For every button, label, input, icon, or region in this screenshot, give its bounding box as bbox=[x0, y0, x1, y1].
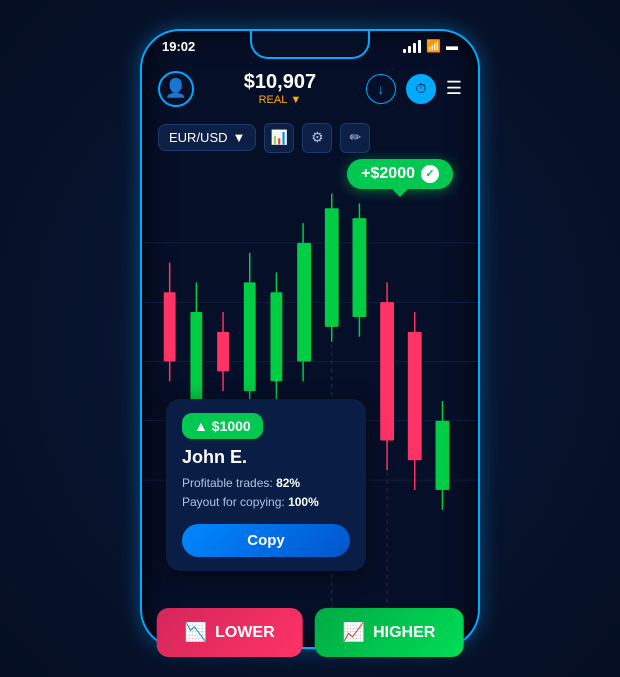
payout-value: 100% bbox=[288, 495, 319, 509]
clock-button[interactable]: ⏱ bbox=[406, 74, 436, 104]
balance-amount: $10,907 bbox=[244, 71, 316, 94]
download-button[interactable]: ↓ bbox=[366, 74, 396, 104]
wifi-icon: 📶 bbox=[426, 39, 441, 53]
avatar[interactable]: 👤 bbox=[158, 71, 194, 107]
balance-section: $10,907 REAL ▼ bbox=[244, 71, 316, 106]
trader-stats: Profitable trades: 82% Payout for copyin… bbox=[182, 474, 350, 512]
higher-button[interactable]: 📈 HIGHER bbox=[315, 608, 464, 657]
phone-frame: 19:02 📶 ▬ 👤 $10,907 REAL bbox=[140, 29, 480, 649]
lower-label: LOWER bbox=[215, 624, 275, 642]
bottom-buttons: 📉 LOWER 📈 HIGHER bbox=[157, 608, 464, 657]
toolbar: EUR/USD ▼ 📊 ⚙ ✏ bbox=[142, 117, 478, 159]
app-header: 👤 $10,907 REAL ▼ ↓ ⏱ ☰ bbox=[142, 63, 478, 115]
menu-button[interactable]: ☰ bbox=[446, 78, 462, 99]
status-icons: 📶 ▬ bbox=[403, 39, 458, 53]
battery-icon: ▬ bbox=[446, 39, 458, 53]
lower-button[interactable]: 📉 LOWER bbox=[157, 608, 303, 657]
user-icon: 👤 bbox=[165, 78, 187, 99]
header-icons: ↓ ⏱ ☰ bbox=[366, 74, 462, 104]
phone-notch bbox=[250, 31, 370, 59]
chevron-down-icon: ▼ bbox=[290, 94, 301, 106]
higher-label: HIGHER bbox=[373, 624, 435, 642]
profitable-trades-label: Profitable trades: bbox=[182, 476, 273, 490]
balance-label: REAL ▼ bbox=[244, 94, 316, 106]
pair-label: EUR/USD bbox=[169, 130, 228, 145]
profit-amount: +$2000 bbox=[361, 165, 415, 183]
indicators-button[interactable]: ⚙ bbox=[302, 123, 332, 153]
higher-icon: 📈 bbox=[343, 622, 365, 643]
trade-profit-badge: ▲ $1000 bbox=[182, 413, 263, 439]
chart-type-button[interactable]: 📊 bbox=[264, 123, 294, 153]
checkmark-icon: ✓ bbox=[421, 165, 439, 183]
phone-mockup: 19:02 📶 ▬ 👤 $10,907 REAL bbox=[140, 29, 480, 649]
draw-button[interactable]: ✏ bbox=[340, 123, 370, 153]
profit-badge: +$2000 ✓ bbox=[347, 159, 453, 189]
lower-icon: 📉 bbox=[185, 622, 207, 643]
trader-profit: ▲ $1000 bbox=[194, 418, 251, 434]
payout-label: Payout for copying: bbox=[182, 495, 285, 509]
copy-button[interactable]: Copy bbox=[182, 524, 350, 557]
trader-name: John E. bbox=[182, 447, 350, 468]
chevron-icon: ▼ bbox=[233, 130, 246, 145]
profitable-trades-value: 82% bbox=[276, 476, 300, 490]
pair-selector[interactable]: EUR/USD ▼ bbox=[158, 124, 256, 151]
signal-icon bbox=[403, 39, 421, 53]
status-time: 19:02 bbox=[162, 39, 195, 54]
trader-card: ▲ $1000 John E. Profitable trades: 82% P… bbox=[166, 399, 366, 571]
